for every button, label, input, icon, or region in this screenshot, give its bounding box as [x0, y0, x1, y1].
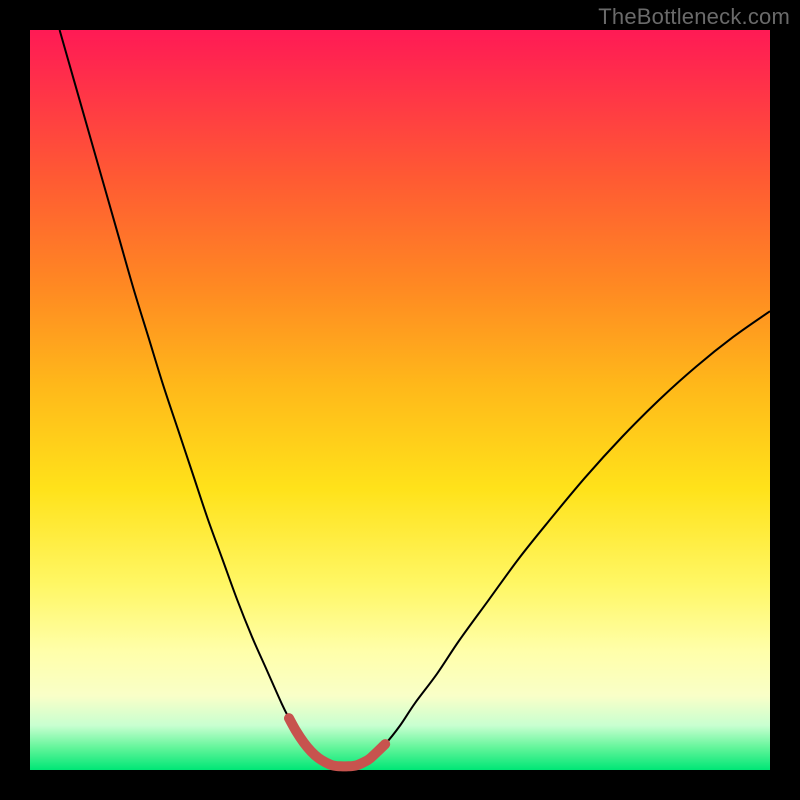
- plot-area: [30, 30, 770, 770]
- curve-path: [60, 30, 770, 766]
- optimal-zone-highlight: [289, 718, 385, 766]
- chart-svg: [30, 30, 770, 770]
- watermark-text: TheBottleneck.com: [598, 4, 790, 30]
- highlight-path: [289, 718, 385, 766]
- chart-container: TheBottleneck.com: [0, 0, 800, 800]
- bottleneck-curve: [60, 30, 770, 766]
